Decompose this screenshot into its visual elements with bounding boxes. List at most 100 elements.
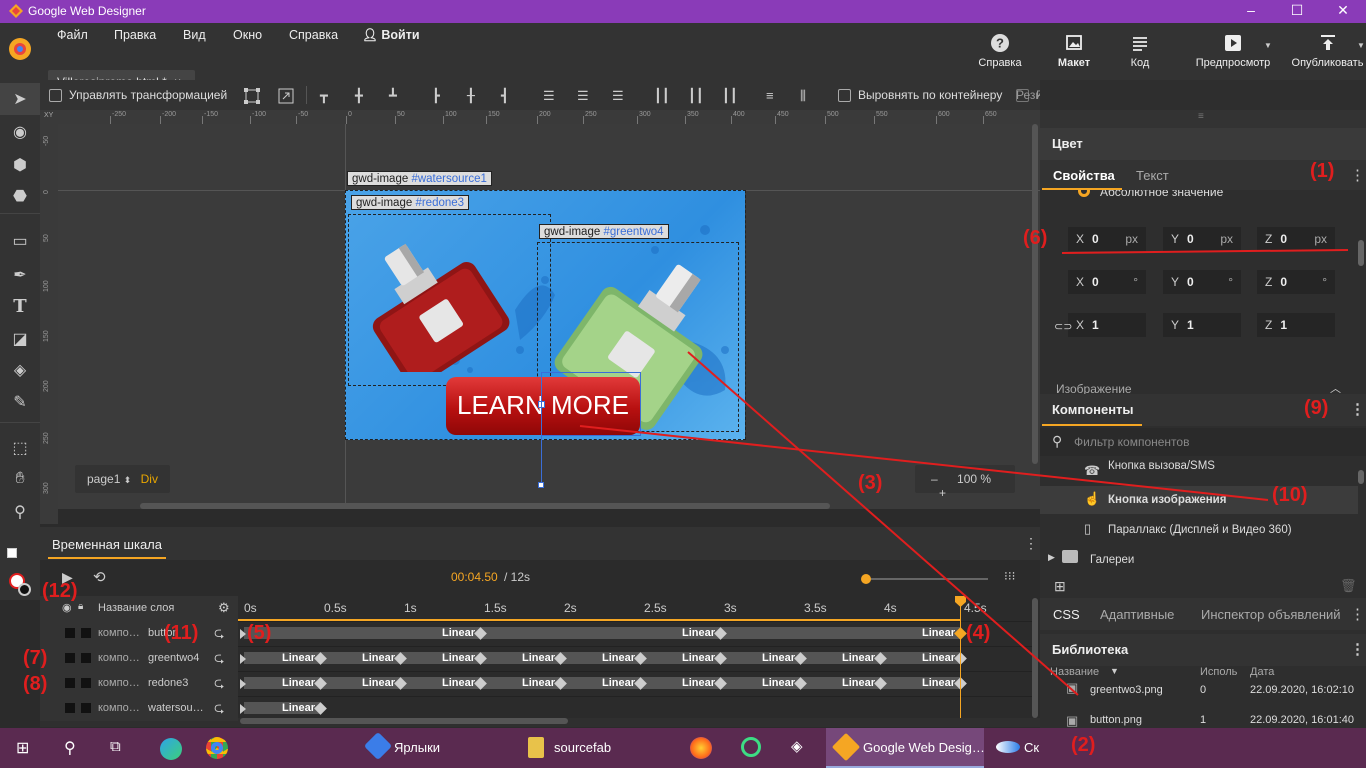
transform-bounds-icon[interactable]	[244, 88, 260, 104]
space-vertical-icon[interactable]: ≡	[766, 88, 780, 103]
easing-label[interactable]: Linear	[522, 652, 555, 664]
timeline-scrollbar[interactable]	[240, 718, 568, 724]
menu-window[interactable]: Окно	[233, 28, 262, 42]
component-item[interactable]: ▯ Параллакс (Дисплей и Видео 360)	[1040, 516, 1358, 544]
zoom-tool-icon[interactable]: ⚲	[10, 502, 30, 522]
timeline-zoom-slider-track[interactable]	[866, 578, 988, 580]
component-item[interactable]: ☝ Кнопка изображения	[1040, 486, 1358, 514]
scale-x-field[interactable]: X1	[1068, 313, 1146, 337]
library-menu-icon[interactable]: ⋮	[1350, 640, 1365, 658]
motion-path-icon[interactable]: ⮎	[214, 649, 224, 671]
3d-position-tool-icon[interactable]: ⬚	[10, 438, 30, 458]
3d-object-tool-icon[interactable]: ⬢	[10, 155, 30, 175]
easing-label[interactable]: Linear	[762, 652, 795, 664]
publish-button[interactable]: Опубликовать	[1289, 33, 1366, 69]
layer-settings-gear-icon[interactable]: ⚙	[218, 600, 230, 616]
preview-dropdown-icon[interactable]: ▼	[1264, 41, 1272, 50]
rotation-z-value[interactable]: 0	[1280, 275, 1287, 289]
pen-tool-icon[interactable]: ✒	[10, 265, 30, 285]
taskbar-item-sourcefab[interactable]: sourcefab	[554, 740, 611, 755]
edge-icon[interactable]	[160, 738, 182, 760]
easing-label[interactable]: Linear	[282, 652, 315, 664]
manage-transform-checkbox[interactable]	[49, 89, 62, 102]
component-item[interactable]: ▶ Галереи	[1040, 546, 1358, 574]
absolute-value-radio[interactable]	[1078, 190, 1090, 197]
scale-z-field[interactable]: Z1	[1257, 313, 1335, 337]
login-button[interactable]: 👤︎ Войти	[362, 28, 420, 43]
distribute-top-icon[interactable]: ☰	[543, 88, 557, 103]
collapse-icon[interactable]: ︿	[1330, 380, 1341, 394]
rotation-z-field[interactable]: Z 0 °	[1257, 270, 1335, 294]
text-tool-icon[interactable]: T	[10, 296, 30, 317]
align-right-icon[interactable]: ┫	[501, 88, 515, 103]
page-element-crumb[interactable]: Div	[141, 472, 158, 486]
page-selector[interactable]: page1 ⬍ Div	[75, 465, 170, 493]
easing-label[interactable]: Linear	[922, 677, 955, 689]
scale-link-icon[interactable]: ⊂⊃	[1054, 320, 1072, 333]
align-left-icon[interactable]: ┣	[432, 88, 446, 103]
position-z-value[interactable]: 0	[1280, 232, 1287, 246]
shortcuts-app-icon[interactable]	[363, 731, 393, 761]
easing-label[interactable]: Linear	[842, 677, 875, 689]
tab-responsive[interactable]: Адаптивные	[1100, 607, 1174, 622]
rotation-x-value[interactable]: 0	[1092, 275, 1099, 289]
minimize-button[interactable]: –	[1228, 0, 1274, 23]
eyedropper-tool-icon[interactable]: ✎	[10, 392, 30, 412]
layer-label[interactable]: компо… button ⮎	[40, 621, 238, 646]
position-y-field[interactable]: Y 0 px	[1163, 227, 1241, 251]
tab-ad-inspector[interactable]: Инспектор объявлений	[1201, 607, 1351, 622]
fill-tool-icon[interactable]: ◈	[10, 360, 30, 380]
panel-drag-handle[interactable]: ≡	[1040, 110, 1366, 128]
easing-label[interactable]: Linear	[922, 627, 955, 639]
zoom-in-button[interactable]: +	[939, 486, 946, 500]
sort-desc-icon[interactable]: ▼	[1110, 666, 1119, 676]
chrome-icon[interactable]	[206, 737, 228, 759]
easing-label[interactable]: Linear	[282, 677, 315, 689]
easing-label[interactable]: Linear	[762, 677, 795, 689]
align-container-checkbox[interactable]	[838, 89, 851, 102]
taskbar-item-gwd[interactable]: Google Web Desig…	[863, 740, 985, 755]
tab-properties[interactable]: Свойства	[1053, 168, 1115, 183]
properties-menu-icon[interactable]: ⋮	[1350, 166, 1365, 184]
scale-z-value[interactable]: 1	[1280, 318, 1287, 332]
screenshot-app-icon[interactable]	[996, 741, 1020, 753]
timeline-options-icon[interactable]: ⁝⁝⁝	[1004, 569, 1015, 583]
unity-icon[interactable]: ◈	[791, 737, 803, 755]
folder-icon[interactable]	[528, 737, 544, 758]
zoom-value[interactable]: 100	[957, 472, 977, 486]
timeline-menu-icon[interactable]: ⋮	[1024, 535, 1038, 552]
distribute-left-icon[interactable]: ┃┃	[654, 88, 670, 103]
easing-label[interactable]: Linear	[362, 677, 395, 689]
3d-rotate-tool-icon[interactable]: ◉	[10, 122, 30, 142]
distribute-bottom-icon[interactable]: ☰	[612, 88, 626, 103]
scale-y-field[interactable]: Y1	[1163, 313, 1241, 337]
tab-text[interactable]: Текст	[1136, 168, 1169, 183]
animation-bar[interactable]	[244, 627, 960, 639]
easing-label[interactable]: Linear	[522, 677, 555, 689]
layer-label[interactable]: компо… greentwo4 ⮎	[40, 646, 238, 671]
layer-lock-toggle[interactable]	[81, 703, 91, 713]
scale-x-value[interactable]: 1	[1092, 318, 1099, 332]
layer-label[interactable]: компо… redone3 ⮎	[40, 671, 238, 696]
layer-visibility-toggle[interactable]	[65, 678, 75, 688]
rotation-x-field[interactable]: X 0 °	[1068, 270, 1146, 294]
align-bottom-icon[interactable]: ┻	[389, 88, 403, 103]
stroke-swatch[interactable]	[7, 548, 17, 558]
easing-label[interactable]: Linear	[922, 652, 955, 664]
maximize-button[interactable]: ☐	[1274, 0, 1320, 23]
easing-label[interactable]: Linear	[682, 652, 715, 664]
layout-button[interactable]: Макет	[1050, 33, 1098, 69]
layer-lock-toggle[interactable]	[81, 678, 91, 688]
position-y-value[interactable]: 0	[1187, 232, 1194, 246]
tag-tool-icon[interactable]: ▭	[10, 231, 30, 251]
lib-col-name[interactable]: Название	[1050, 666, 1099, 678]
position-x-field[interactable]: X 0 px	[1068, 227, 1146, 251]
android-studio-icon[interactable]	[741, 737, 761, 757]
position-z-field[interactable]: Z 0 px	[1257, 227, 1335, 251]
css-menu-icon[interactable]: ⋮	[1350, 605, 1365, 623]
windows-start-icon[interactable]: ⊞	[16, 738, 29, 758]
easing-label[interactable]: Linear	[442, 677, 475, 689]
easing-label[interactable]: Linear	[602, 652, 635, 664]
scale-y-value[interactable]: 1	[1187, 318, 1194, 332]
easing-label[interactable]: Linear	[602, 677, 635, 689]
